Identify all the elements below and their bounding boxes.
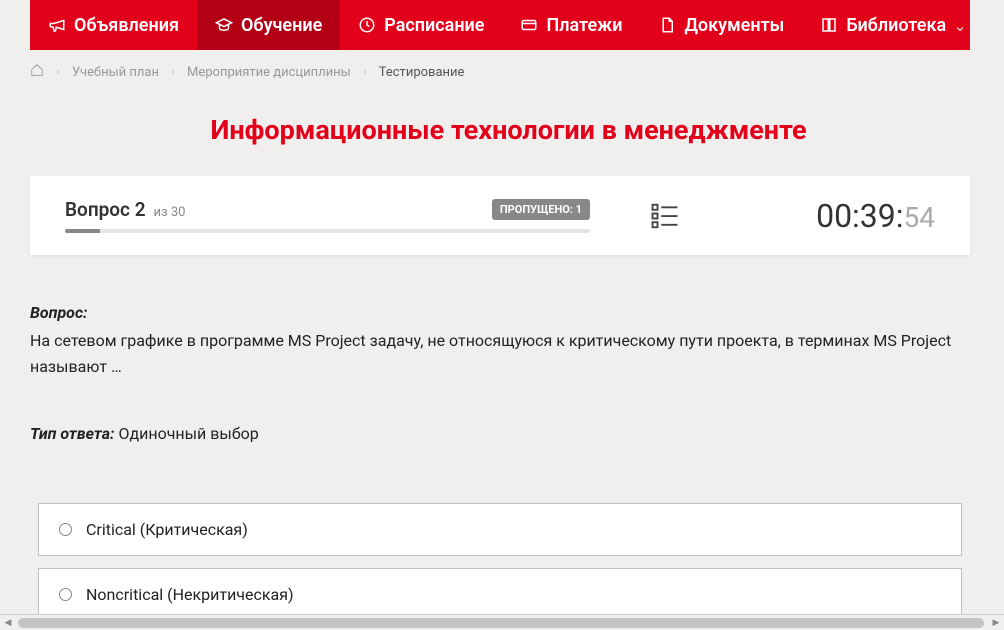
question-list-button[interactable]: [590, 201, 740, 231]
nav-schedule[interactable]: Расписание: [340, 0, 502, 50]
scroll-track[interactable]: [16, 615, 988, 630]
breadcrumb-link-event[interactable]: Мероприятие дисциплины: [187, 65, 351, 80]
question-number: Вопрос 2: [65, 198, 146, 221]
option-label: Noncritical (Некритическая): [86, 585, 294, 604]
timer: 00:39:54: [740, 197, 935, 235]
progress-bar: [65, 229, 590, 233]
question-progress-block: Вопрос 2 из 30 ПРОПУЩЕНО: 1: [65, 198, 590, 233]
timer-main: 00:39:: [816, 197, 903, 235]
chevron-down-icon: [954, 19, 966, 31]
option-label: Critical (Критическая): [86, 520, 248, 539]
nav-label: Расписание: [384, 15, 484, 36]
options-block: Critical (Критическая) Noncritical (Некр…: [30, 503, 970, 614]
answer-type-value: Одиночный выбор: [118, 424, 258, 443]
progress-fill: [65, 229, 100, 233]
chevron-right-icon: [361, 65, 369, 80]
scroll-right-arrow[interactable]: ▶: [988, 615, 1004, 630]
question-total: из 30: [154, 205, 186, 220]
question-body: Вопрос: На сетевом графике в программе M…: [30, 303, 970, 443]
nav-payments[interactable]: Платежи: [502, 0, 640, 50]
nav-label: Платежи: [546, 15, 622, 36]
radio-icon: [59, 588, 72, 601]
question-text: На сетевом графике в программе MS Projec…: [30, 328, 970, 379]
nav-learning[interactable]: Обучение: [197, 0, 340, 50]
nav-label: Объявления: [74, 15, 179, 36]
nav-documents[interactable]: Документы: [640, 0, 802, 50]
nav-announcements[interactable]: Объявления: [30, 0, 197, 50]
graduation-icon: [215, 16, 233, 34]
nav-label: Документы: [684, 15, 784, 36]
breadcrumb: Учебный план Мероприятие дисциплины Тест…: [30, 50, 987, 94]
document-icon: [658, 16, 676, 34]
breadcrumb-link-plan[interactable]: Учебный план: [72, 65, 159, 80]
scroll-thumb[interactable]: [18, 618, 984, 628]
page-title: Информационные технологии в менеджменте: [30, 114, 987, 146]
skipped-badge: ПРОПУЩЕНО: 1: [492, 199, 590, 220]
timer-seconds: 54: [904, 201, 935, 234]
clock-icon: [358, 16, 376, 34]
nav-label: Обучение: [241, 15, 322, 36]
status-panel: Вопрос 2 из 30 ПРОПУЩЕНО: 1: [30, 176, 970, 255]
main-navbar: Объявления Обучение Расписание: [30, 0, 970, 50]
horizontal-scrollbar[interactable]: ◀ ▶: [0, 614, 1004, 630]
question-label: Вопрос:: [30, 303, 970, 322]
answer-type-row: Тип ответа: Одиночный выбор: [30, 424, 970, 443]
nav-library[interactable]: Библиотека: [802, 0, 984, 50]
megaphone-icon: [48, 16, 66, 34]
chevron-right-icon: [169, 65, 177, 80]
home-icon[interactable]: [30, 63, 44, 81]
main-scroll[interactable]: Объявления Обучение Расписание: [0, 0, 1004, 614]
scroll-left-arrow[interactable]: ◀: [0, 615, 16, 630]
nav-label: Библиотека: [846, 15, 946, 36]
radio-icon: [59, 523, 72, 536]
card-icon: [520, 16, 538, 34]
chevron-right-icon: [54, 65, 62, 80]
answer-type-label: Тип ответа:: [30, 424, 114, 443]
option-item[interactable]: Noncritical (Некритическая): [38, 568, 962, 614]
book-icon: [820, 16, 838, 34]
option-item[interactable]: Critical (Критическая): [38, 503, 962, 556]
breadcrumb-current: Тестирование: [379, 65, 465, 80]
